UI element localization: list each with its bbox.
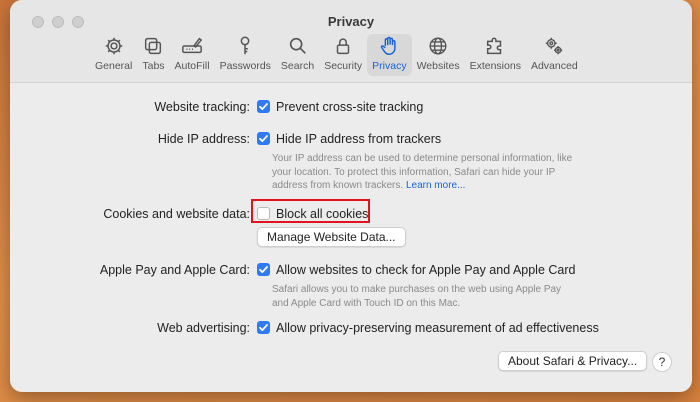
gears-icon <box>546 37 563 55</box>
tab-label: Passwords <box>219 60 271 72</box>
preferences-window: Privacy General Tabs AutoFill Passwords … <box>10 0 692 392</box>
ad-measurement-text: Allow privacy-preserving measurement of … <box>276 321 599 335</box>
tabs-icon <box>145 37 162 55</box>
apple-pay-row: Apple Pay and Apple Card: Allow websites… <box>10 261 692 281</box>
tab-label: AutoFill <box>174 60 210 72</box>
tab-websites[interactable]: Websites <box>412 34 465 76</box>
manage-website-data-button[interactable]: Manage Website Data... <box>257 227 406 247</box>
tab-label: Websites <box>416 60 460 72</box>
tab-search[interactable]: Search <box>276 34 319 76</box>
cookies-label: Cookies and website data: <box>103 207 250 221</box>
tab-label: Privacy <box>372 60 407 72</box>
learn-more-link[interactable]: Learn more... <box>406 180 465 191</box>
tab-label: Advanced <box>530 60 578 72</box>
checkmark-icon <box>259 324 268 331</box>
tab-extensions[interactable]: Extensions <box>465 34 526 76</box>
ad-measurement-checkbox[interactable] <box>257 321 270 334</box>
apple-pay-text: Allow websites to check for Apple Pay an… <box>276 263 576 277</box>
tab-security[interactable]: Security <box>319 34 367 76</box>
hide-ip-desc-line: address from known trackers. Learn more.… <box>272 179 602 193</box>
tab-label: Extensions <box>469 60 521 72</box>
puzzle-icon <box>487 37 502 55</box>
web-advertising-row: Web advertising: Allow privacy-preservin… <box>10 319 692 339</box>
apple-pay-checkbox[interactable] <box>257 263 270 276</box>
about-safari-privacy-button[interactable]: About Safari & Privacy... <box>498 351 648 371</box>
hide-ip-text: Hide IP address from trackers <box>276 132 442 146</box>
tab-general[interactable]: General <box>90 34 137 76</box>
web-advertising-label: Web advertising: <box>157 321 250 335</box>
prevent-tracking-checkbox[interactable] <box>257 100 270 113</box>
title-bar: Privacy General Tabs AutoFill Passwords … <box>10 0 692 83</box>
hide-ip-label: Hide IP address: <box>157 132 250 146</box>
tab-advanced[interactable]: Advanced <box>526 34 583 76</box>
window-title: Privacy <box>327 14 375 29</box>
website-tracking-row: Website tracking: Prevent cross-site tra… <box>10 98 692 118</box>
help-button[interactable]: ? <box>652 352 672 372</box>
search-icon <box>289 37 306 54</box>
apple-pay-desc-line: and Apple Card with Touch ID on this Mac… <box>272 297 461 309</box>
tab-autofill[interactable]: AutoFill <box>170 34 215 76</box>
apple-pay-description: Safari allows you to make purchases on t… <box>272 283 602 310</box>
tab-tabs[interactable]: Tabs <box>137 34 169 76</box>
pencil-icon <box>182 37 203 54</box>
tab-label: General <box>95 60 133 72</box>
globe-icon <box>429 37 447 55</box>
lock-icon <box>336 38 350 55</box>
hide-ip-desc-line: your location. To protect this informati… <box>272 166 556 178</box>
hide-ip-row: Hide IP address: Hide IP address from tr… <box>10 130 692 150</box>
gear-icon <box>105 37 122 55</box>
apple-pay-label: Apple Pay and Apple Card: <box>99 263 250 277</box>
hide-ip-desc-text: address from known trackers. <box>272 180 404 191</box>
prevent-tracking-text: Prevent cross-site tracking <box>276 100 424 114</box>
tab-passwords[interactable]: Passwords <box>215 34 276 76</box>
hide-ip-desc-line: Your IP address can be used to determine… <box>272 153 573 164</box>
block-cookies-highlight <box>251 199 370 223</box>
tab-label: Search <box>280 60 315 72</box>
website-tracking-label: Website tracking: <box>154 100 250 114</box>
tab-privacy[interactable]: Privacy <box>367 34 412 76</box>
checkmark-icon <box>259 266 268 273</box>
key-icon <box>240 36 250 55</box>
apple-pay-desc-line: Safari allows you to make purchases on t… <box>272 284 562 295</box>
hide-ip-checkbox[interactable] <box>257 132 270 145</box>
tab-label: Security <box>324 60 363 72</box>
checkmark-icon <box>259 135 268 142</box>
hand-icon <box>381 36 396 55</box>
tab-label: Tabs <box>142 60 165 72</box>
checkmark-icon <box>259 103 268 110</box>
hide-ip-description: Your IP address can be used to determine… <box>272 152 602 193</box>
preferences-toolbar: General Tabs AutoFill Passwords Search S… <box>90 34 583 76</box>
